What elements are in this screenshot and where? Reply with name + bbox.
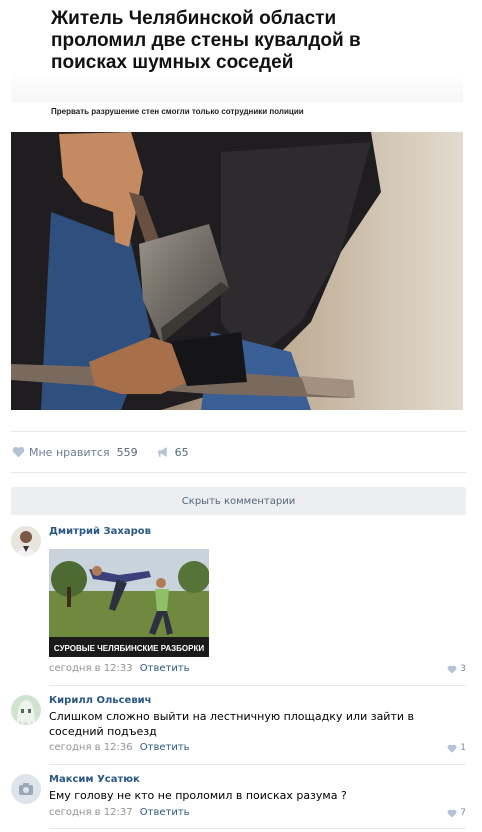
share-button[interactable]: 65 — [157, 445, 189, 459]
like-label[interactable]: Мне нравится — [29, 446, 110, 459]
heart-icon[interactable] — [11, 445, 25, 459]
news-subtitle: Прервать разрушение стен смогли только с… — [51, 107, 304, 116]
comment-like-button[interactable]: 1 — [447, 743, 466, 753]
comment-author[interactable]: Дмитрий Захаров — [49, 526, 151, 537]
megaphone-icon — [157, 445, 171, 459]
divider-top — [11, 431, 466, 432]
comment-time[interactable]: сегодня в 12:33 — [49, 663, 133, 674]
fight-image — [49, 549, 209, 657]
like-count: 559 — [116, 445, 138, 459]
comment-like-count: 7 — [460, 808, 466, 818]
reply-link[interactable]: Ответить — [140, 742, 190, 753]
comment-like-count: 1 — [460, 743, 466, 753]
comment-text: Ему голову не кто не проломил в поисках … — [49, 789, 347, 802]
divider-bottom — [11, 472, 466, 473]
comment-text: Слишком сложно выйти на лестничную площа… — [49, 710, 414, 738]
comment-meta: сегодня в 12:36 Ответить — [49, 742, 190, 753]
comment-time[interactable]: сегодня в 12:36 — [49, 742, 133, 753]
reply-link[interactable]: Ответить — [140, 807, 190, 818]
comment-meta: сегодня в 12:33 Ответить — [49, 663, 190, 674]
news-header: Житель Челябинской области проломил две … — [11, 0, 463, 132]
comment-image[interactable]: СУРОВЫЕ ЧЕЛЯБИНСКИЕ РАЗБОРКИ — [49, 549, 209, 657]
avatar[interactable] — [11, 695, 41, 725]
comment-divider — [49, 685, 466, 686]
comment-like-count: 3 — [460, 664, 466, 674]
comment-author[interactable]: Максим Усатюк — [49, 774, 140, 785]
share-count: 65 — [174, 445, 189, 459]
avatar[interactable] — [11, 526, 41, 556]
comment-divider — [49, 764, 466, 765]
heart-icon — [447, 809, 457, 818]
avatar[interactable] — [11, 774, 41, 804]
image-caption: СУРОВЫЕ ЧЕЛЯБИНСКИЕ РАЗБОРКИ — [53, 644, 205, 653]
sledgehammer-photo — [11, 132, 463, 410]
comment-author[interactable]: Кирилл Ольсевич — [49, 695, 152, 706]
news-title: Житель Челябинской области проломил две … — [51, 8, 361, 73]
reply-link[interactable]: Ответить — [140, 663, 190, 674]
title-fade — [11, 72, 463, 102]
comment: Дмитрий Захаров СУРОВЫЕ ЧЕЛЯБИНСКИЕ РАЗБ… — [11, 526, 466, 686]
comment: Кирилл Ольсевич Слишком сложно выйти на … — [11, 695, 466, 765]
hide-comments-button[interactable]: Скрыть комментарии — [11, 487, 466, 515]
comment: Максим Усатюк Ему голову не кто не проло… — [11, 774, 466, 829]
comment-like-button[interactable]: 3 — [447, 664, 466, 674]
post-photo[interactable] — [11, 132, 463, 410]
heart-icon — [447, 744, 457, 753]
heart-icon — [447, 665, 457, 674]
comment-time[interactable]: сегодня в 12:37 — [49, 807, 133, 818]
comment-meta: сегодня в 12:37 Ответить — [49, 807, 190, 818]
comment-like-button[interactable]: 7 — [447, 808, 466, 818]
comment-divider — [49, 828, 466, 829]
post-actions: Мне нравится 559 65 — [11, 444, 189, 460]
